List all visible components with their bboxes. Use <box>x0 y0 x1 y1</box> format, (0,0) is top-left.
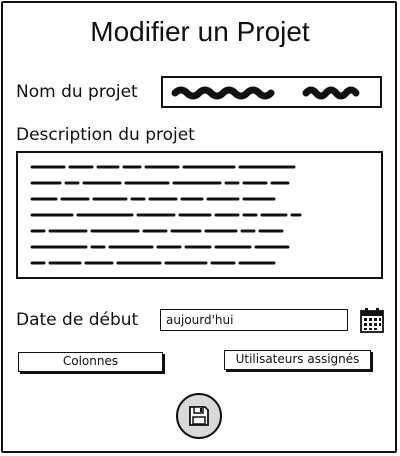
project-description-label: Description du projet <box>16 125 195 145</box>
calendar-icon[interactable] <box>360 307 384 333</box>
project-description-textarea[interactable] <box>16 151 383 279</box>
project-name-label: Nom du projet <box>16 82 138 102</box>
columns-button[interactable]: Colonnes <box>18 352 163 372</box>
start-date-label: Date de début <box>16 310 139 330</box>
project-name-field[interactable] <box>161 76 382 108</box>
start-date-input[interactable]: aujourd'hui <box>160 309 348 331</box>
assigned-users-button[interactable]: Utilisateurs assignés <box>224 350 371 370</box>
dialog-title: Modifier un Projet <box>90 16 310 47</box>
redacted-name-scribble <box>171 86 360 100</box>
redacted-description-scribble <box>30 165 302 265</box>
floppy-disk-icon <box>189 406 209 426</box>
save-button[interactable] <box>176 393 222 439</box>
